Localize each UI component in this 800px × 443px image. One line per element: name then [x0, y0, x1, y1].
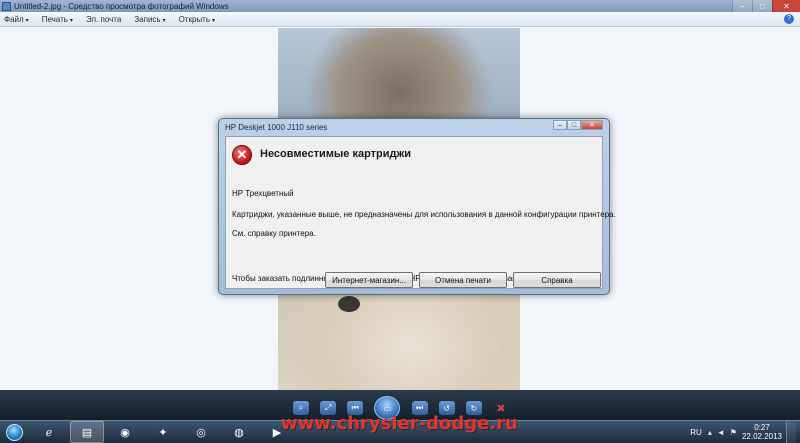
taskbar-ie-icon[interactable]: ℯ	[32, 421, 66, 443]
help-button[interactable]: Справка	[513, 272, 601, 288]
dialog-caption-buttons: – □ ✕	[553, 120, 603, 130]
dialog-close-button[interactable]: ✕	[581, 120, 603, 130]
menu-file-label: Файл	[4, 14, 24, 24]
window-titlebar: Untitled-2.jpg - Средство просмотра фото…	[0, 0, 800, 12]
menu-email-label: Эл. почта	[85, 14, 122, 24]
chevron-down-icon: ▾	[212, 17, 216, 24]
clock[interactable]: 0:27 22.02.2013	[742, 423, 782, 441]
language-indicator[interactable]: RU	[690, 428, 702, 437]
taskbar-pin-icon[interactable]: ✦	[146, 421, 180, 443]
dialog-heading: Несовместимые картриджи	[260, 148, 412, 160]
menu-print-label: Печать	[41, 14, 68, 24]
cancel-print-button[interactable]: Отмена печати	[419, 272, 507, 288]
dialog-minimize-button[interactable]: –	[553, 120, 567, 130]
menu-file[interactable]: Файл ▾	[4, 15, 29, 24]
watermark-text: www.chrysler-dodge.ru	[281, 413, 518, 434]
network-icon[interactable]: ▴	[708, 428, 712, 437]
flag-icon[interactable]: ⚑	[730, 428, 737, 437]
menu-bar: Файл ▾ Печать ▾ Эл. почта Запись ▾ Открыть ▾…	[0, 12, 800, 27]
photo-viewer-icon	[2, 1, 11, 11]
error-icon: ✕	[232, 145, 252, 165]
windows-logo-icon	[5, 423, 23, 441]
clock-date: 22.02.2013	[741, 432, 782, 441]
chevron-down-icon: ▾	[25, 17, 29, 24]
taskbar-explorer-icon[interactable]: ▤	[70, 421, 104, 443]
taskbar-firefox-icon[interactable]: ◍	[222, 421, 256, 443]
volume-icon[interactable]: ◄	[717, 428, 725, 437]
window-caption-buttons: – □ ✕	[732, 0, 800, 12]
menu-email[interactable]: Эл. почта	[86, 15, 121, 24]
taskbar-chrome-icon[interactable]: ◎	[184, 421, 218, 443]
minimize-button[interactable]: –	[732, 0, 752, 12]
cartridge-name: HP Трехцветный	[232, 189, 294, 198]
menu-open-label: Открыть	[178, 14, 211, 24]
dialog-title: HP Deskjet 1000 J110 series	[225, 123, 328, 132]
taskbar-user-icon[interactable]: ◉	[108, 421, 142, 443]
maximize-button[interactable]: □	[752, 0, 772, 12]
system-tray: RU ▴ ◄ ⚑ 0:27 22.02.2013	[690, 421, 800, 443]
photo-detail	[338, 296, 360, 312]
error-description: Картриджи, указанные выше, не предназнач…	[232, 210, 616, 219]
online-store-button[interactable]: Интернет-магазин...	[325, 272, 413, 288]
help-hint: См. справку принтера.	[232, 229, 316, 238]
help-icon[interactable]: ?	[784, 14, 794, 24]
start-button[interactable]	[0, 421, 28, 443]
close-button[interactable]: ✕	[772, 0, 800, 12]
printer-error-dialog: HP Deskjet 1000 J110 series – □ ✕ ✕ Несо…	[218, 118, 616, 295]
dialog-maximize-button[interactable]: □	[567, 120, 581, 130]
menu-open[interactable]: Открыть ▾	[179, 15, 215, 24]
menu-burn-label: Запись	[134, 14, 161, 24]
clock-time: 0:27	[754, 423, 770, 432]
dialog-body: ✕ Несовместимые картриджи HP Трехцветный…	[225, 136, 616, 289]
chevron-down-icon: ▾	[69, 17, 73, 24]
window-title: Untitled-2.jpg - Средство просмотра фото…	[14, 1, 229, 11]
chevron-down-icon: ▾	[162, 17, 166, 24]
menu-print[interactable]: Печать ▾	[42, 15, 73, 24]
menu-burn[interactable]: Запись ▾	[134, 15, 165, 24]
show-desktop-button[interactable]	[786, 421, 796, 443]
